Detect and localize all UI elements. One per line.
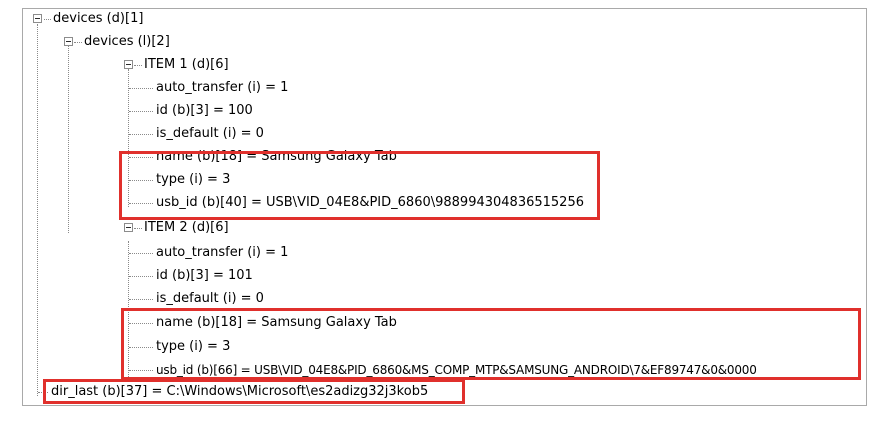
tree-node-label: ITEM 1 (d)[6] xyxy=(144,57,229,72)
highlight-box-item1 xyxy=(119,151,600,220)
tree-connector xyxy=(129,111,153,112)
tree-connector xyxy=(129,88,153,89)
tree-leaf-label: auto_transfer (i) = 1 xyxy=(156,80,289,95)
tree-connector xyxy=(134,65,142,66)
collapse-toggle-icon[interactable] xyxy=(124,60,133,69)
tree-connector xyxy=(134,228,142,229)
tree-node-label: devices (l)[2] xyxy=(84,34,170,49)
tree-connector xyxy=(129,299,153,300)
tree-leaf-label: auto_transfer (i) = 1 xyxy=(156,245,289,260)
tree-leaf-label: id (b)[3] = 100 xyxy=(156,103,253,118)
tree-connector xyxy=(129,134,153,135)
highlight-box-dir-last xyxy=(43,379,465,404)
tree-connector xyxy=(74,42,82,43)
tree-connector xyxy=(129,276,153,277)
tree-connector xyxy=(44,19,51,20)
tree-view[interactable]: devices (d)[1] devices (l)[2] ITEM 1 (d)… xyxy=(22,8,867,406)
tree-node-label: devices (d)[1] xyxy=(53,11,144,26)
tree-leaf-label: id (b)[3] = 101 xyxy=(156,268,253,283)
highlight-box-item2 xyxy=(121,308,861,380)
tree-connector xyxy=(129,253,153,254)
collapse-toggle-icon[interactable] xyxy=(33,14,42,23)
tree-guide-root xyxy=(37,24,38,396)
collapse-toggle-icon[interactable] xyxy=(64,37,73,46)
tree-node-label: ITEM 2 (d)[6] xyxy=(144,220,229,235)
tree-leaf-label: is_default (i) = 0 xyxy=(156,126,264,141)
tree-guide-devices xyxy=(68,46,69,233)
collapse-toggle-icon[interactable] xyxy=(124,223,133,232)
tree-leaf-label: is_default (i) = 0 xyxy=(156,291,264,306)
